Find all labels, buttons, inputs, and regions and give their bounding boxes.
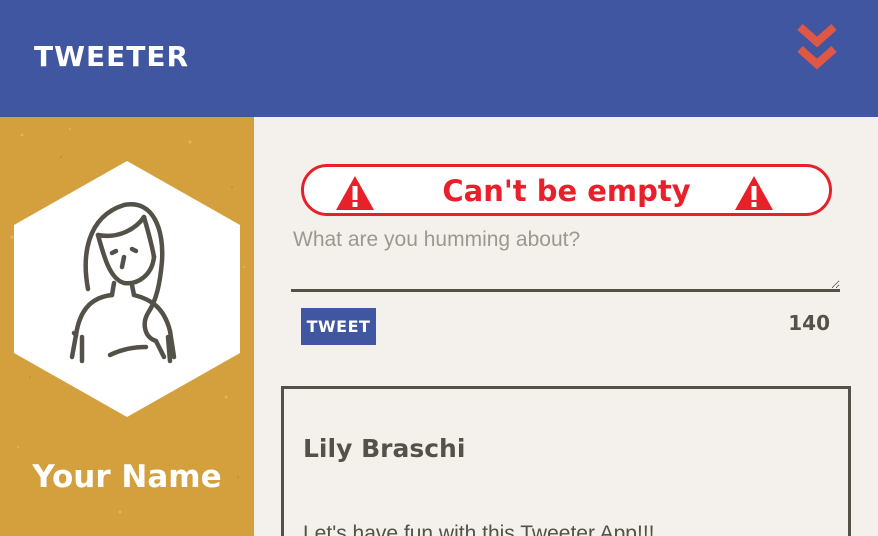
- tweet-card: Lily Braschi Let's have fun with this Tw…: [281, 386, 851, 536]
- warning-triangle-icon: [735, 176, 773, 210]
- double-chevron-down-icon[interactable]: [794, 22, 840, 74]
- app-brand: TWEETER: [34, 40, 190, 73]
- profile-name: Your Name: [32, 459, 222, 495]
- girl-avatar-icon: [14, 161, 240, 417]
- profile-sidebar: Your Name: [0, 117, 254, 536]
- error-banner: Can't be empty: [301, 164, 832, 216]
- tweet-text: Let's have fun with this Tweeter App!!!: [303, 522, 655, 536]
- tweet-input[interactable]: [291, 224, 840, 292]
- char-counter: 140: [788, 311, 830, 335]
- app-header: TWEETER: [0, 0, 878, 117]
- tweet-author: Lily Braschi: [303, 434, 466, 463]
- tweet-button[interactable]: TWEET: [301, 308, 376, 345]
- main-panel: Can't be empty TWEET 140 Lily Braschi Le…: [254, 117, 878, 536]
